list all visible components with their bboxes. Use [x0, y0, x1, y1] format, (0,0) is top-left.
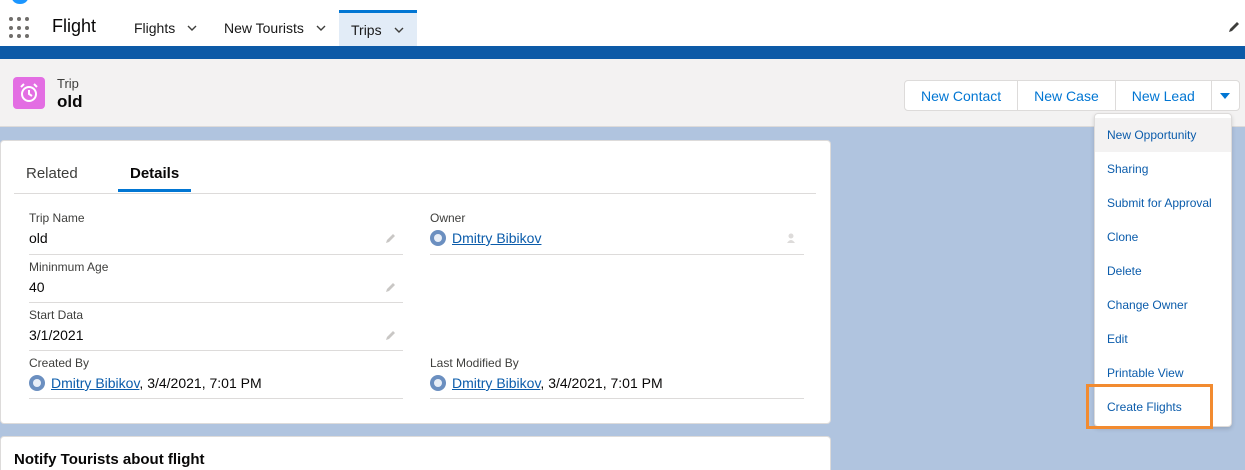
field-label: Last Modified By	[430, 356, 519, 370]
field-value: Dmitry Bibikov	[430, 230, 541, 246]
change-owner-icon[interactable]	[786, 232, 798, 244]
record-detail-card: Related Details Trip Name old Owner Dmit…	[0, 140, 831, 424]
tab-label: New Tourists	[224, 20, 304, 36]
pencil-icon[interactable]	[385, 329, 397, 341]
edit-nav-icon[interactable]	[1227, 20, 1241, 34]
menu-item-change-owner[interactable]: Change Owner	[1095, 288, 1231, 322]
modified-date: , 3/4/2021, 7:01 PM	[540, 375, 663, 391]
app-name: Flight	[52, 16, 97, 36]
brand-dot	[12, 0, 28, 4]
chevron-down-icon[interactable]	[394, 25, 404, 35]
highlight-annotation	[1086, 384, 1213, 429]
field-label: Trip Name	[29, 211, 85, 225]
pencil-icon[interactable]	[385, 232, 397, 244]
record-name: old	[57, 92, 83, 111]
avatar	[430, 230, 446, 246]
more-actions-menu: New Opportunity Sharing Submit for Appro…	[1094, 113, 1232, 427]
field-value: Dmitry Bibikov, 3/4/2021, 7:01 PM	[430, 375, 663, 391]
tab-related[interactable]: Related	[26, 165, 78, 182]
field-label: Start Data	[29, 308, 84, 322]
modified-by-link[interactable]: Dmitry Bibikov	[452, 375, 540, 391]
menu-item-clone[interactable]: Clone	[1095, 220, 1231, 254]
card-title: Notify Tourists about flight	[14, 451, 205, 468]
pencil-icon[interactable]	[385, 281, 397, 293]
field-minimum-age: Mininmum Age 40	[29, 260, 403, 303]
field-label: Owner	[430, 211, 466, 225]
new-contact-button[interactable]: New Contact	[905, 81, 1019, 110]
field-last-modified-by: Last Modified By Dmitry Bibikov, 3/4/202…	[430, 356, 804, 399]
menu-item-submit-for-approval[interactable]: Submit for Approval	[1095, 186, 1231, 220]
avatar	[29, 375, 45, 391]
field-trip-name: Trip Name old	[29, 211, 403, 255]
new-case-button[interactable]: New Case	[1018, 81, 1116, 110]
action-button-group: New Contact New Case New Lead	[904, 80, 1240, 111]
field-value: 40	[29, 279, 45, 295]
field-start-data: Start Data 3/1/2021	[29, 308, 403, 351]
avatar	[430, 375, 446, 391]
brand-band	[0, 46, 1245, 59]
created-by-link[interactable]: Dmitry Bibikov	[51, 375, 139, 391]
menu-item-new-opportunity[interactable]: New Opportunity	[1095, 118, 1231, 152]
field-value: old	[29, 230, 48, 246]
object-type-label: Trip	[57, 76, 79, 91]
more-actions-button[interactable]	[1212, 81, 1239, 110]
menu-item-edit[interactable]: Edit	[1095, 322, 1231, 356]
owner-link[interactable]: Dmitry Bibikov	[452, 230, 541, 246]
field-label: Created By	[29, 356, 90, 370]
tab-new-tourists[interactable]: New Tourists	[212, 10, 338, 46]
new-lead-button[interactable]: New Lead	[1116, 81, 1212, 110]
field-label: Mininmum Age	[29, 260, 109, 274]
chevron-down-icon[interactable]	[187, 23, 197, 33]
detail-tabs: Related Details	[14, 157, 816, 194]
global-nav: Flight Flights New Tourists Trips	[0, 0, 1245, 46]
menu-item-sharing[interactable]: Sharing	[1095, 152, 1231, 186]
tab-label: Flights	[134, 20, 176, 36]
field-created-by: Created By Dmitry Bibikov, 3/4/2021, 7:0…	[29, 356, 403, 399]
created-date: , 3/4/2021, 7:01 PM	[139, 375, 262, 391]
record-header: Trip old New Contact New Case New Lead	[0, 59, 1245, 127]
chevron-down-icon[interactable]	[316, 23, 326, 33]
tab-details[interactable]: Details	[118, 165, 192, 192]
field-value: Dmitry Bibikov, 3/4/2021, 7:01 PM	[29, 375, 262, 391]
tab-trips[interactable]: Trips	[339, 10, 417, 46]
tab-flights[interactable]: Flights	[122, 10, 209, 46]
menu-item-delete[interactable]: Delete	[1095, 254, 1231, 288]
field-value: 3/1/2021	[29, 327, 84, 343]
app-launcher-icon[interactable]	[9, 17, 31, 39]
field-owner: Owner Dmitry Bibikov	[430, 211, 804, 255]
notify-tourists-card: Notify Tourists about flight	[0, 436, 831, 470]
caret-down-icon	[1220, 92, 1231, 99]
tab-label: Trips	[351, 21, 382, 38]
alarm-clock-icon	[13, 77, 45, 109]
